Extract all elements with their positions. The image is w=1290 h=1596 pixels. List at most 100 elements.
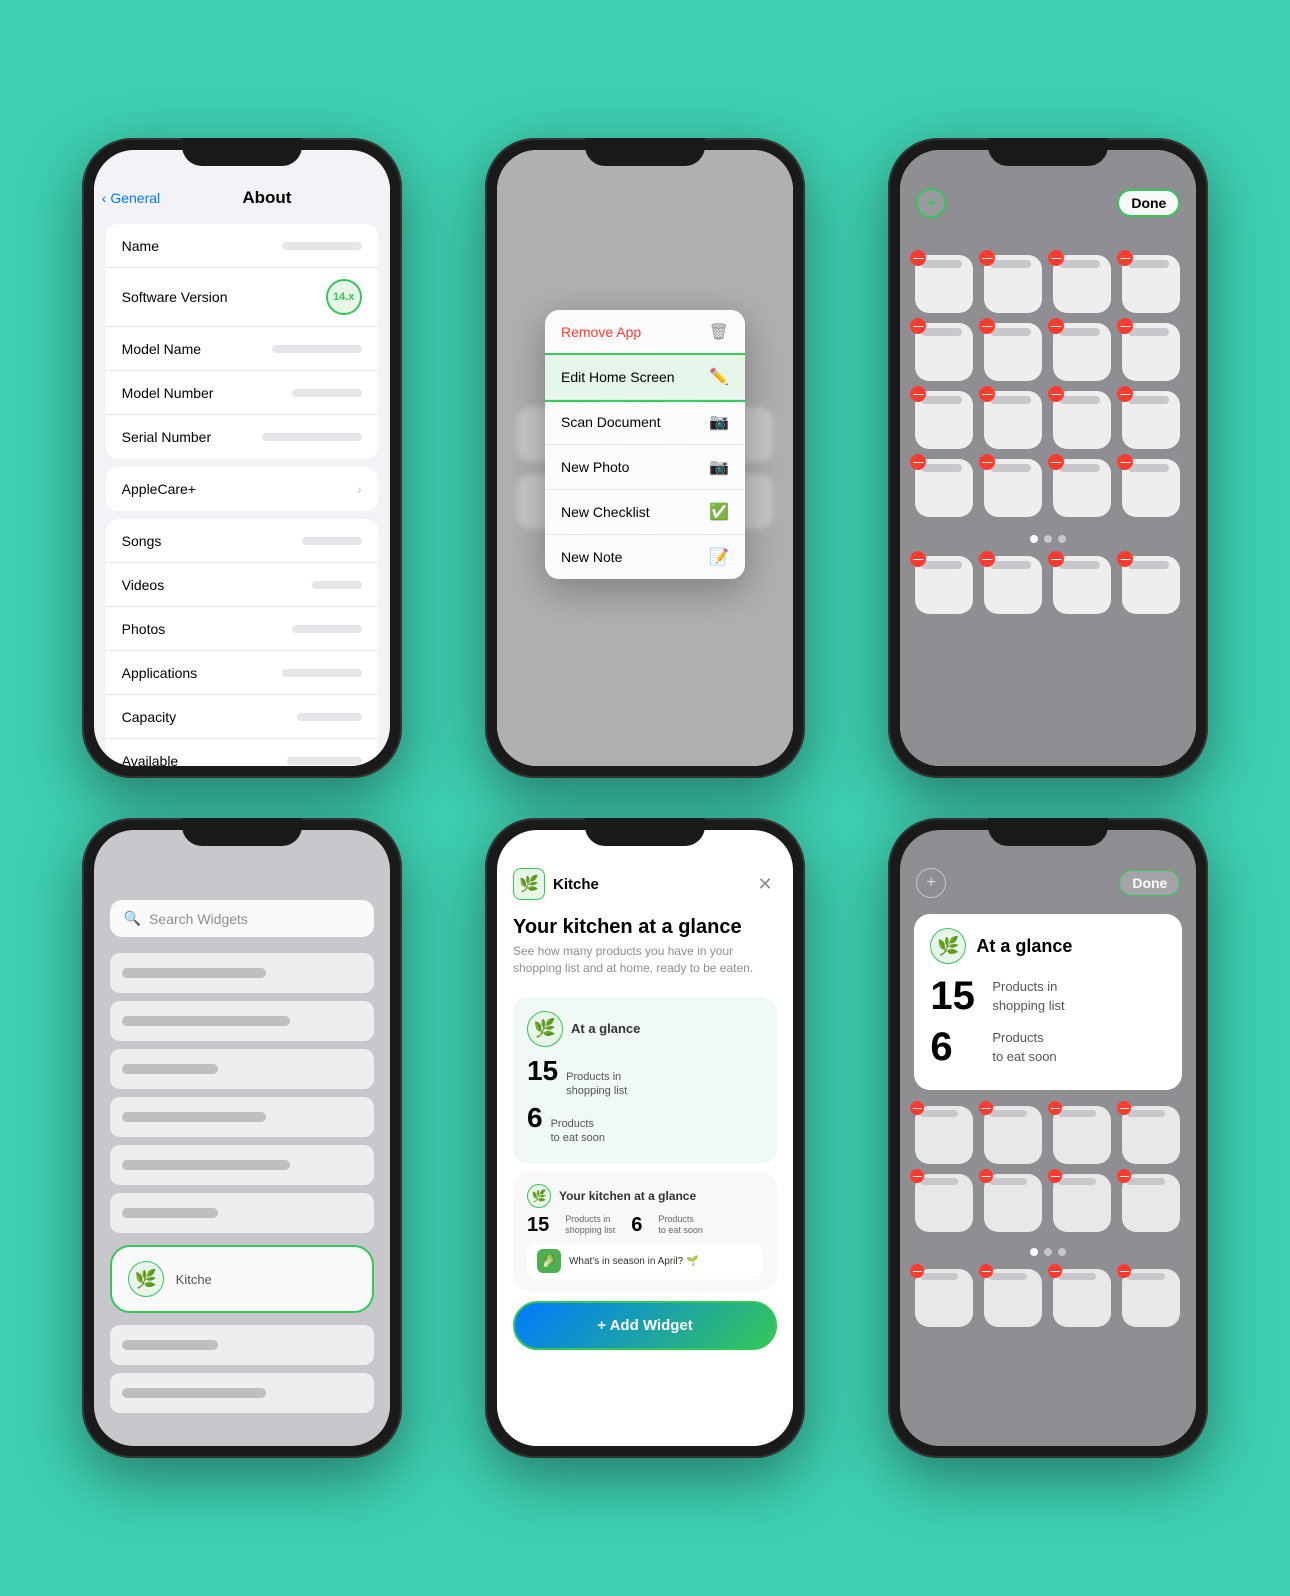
settings-row-model-number[interactable]: Model Number	[106, 371, 378, 415]
widget-search-bar[interactable]: 🔍 Search Widgets	[110, 900, 374, 937]
settings-label-applecare: AppleCare+	[122, 481, 357, 497]
widget-picker-app-name: Kitche	[553, 876, 599, 893]
dock-icon-item[interactable]: —	[1122, 556, 1180, 614]
edit-icon: ✏️	[709, 367, 729, 387]
dock-icon-item[interactable]: —	[1122, 1269, 1180, 1327]
home-icon-item[interactable]: —	[1053, 1106, 1111, 1164]
context-menu: Remove App 🗑 Edit Home Screen ✏️ Scan Do…	[545, 310, 745, 579]
context-menu-scan-doc[interactable]: Scan Document 📷	[545, 400, 745, 445]
home-icon-item[interactable]: —	[915, 1174, 973, 1232]
search-input-placeholder: Search Widgets	[149, 911, 248, 927]
edit-icon-item[interactable]: —	[915, 255, 973, 313]
home-icon-label	[989, 1110, 1027, 1117]
kitche-logo-icon: 🌿	[128, 1261, 164, 1297]
dock-icon-item[interactable]: —	[984, 1269, 1042, 1327]
settings-row-available[interactable]: Available	[106, 739, 378, 766]
dock-icon-label	[920, 1273, 958, 1280]
notch6	[988, 818, 1108, 846]
settings-value-model-number	[292, 389, 362, 397]
at-glance-title: At a glance	[976, 936, 1072, 957]
home-icon-item[interactable]: —	[984, 1174, 1042, 1232]
dock-icon-item[interactable]: —	[915, 1269, 973, 1327]
widget-list-item[interactable]	[110, 1097, 374, 1137]
edit-icon-item[interactable]: —	[1122, 391, 1180, 449]
settings-row-version[interactable]: Software Version 14.x	[106, 268, 378, 327]
food-tip-row: 🥬 What's in season in April? 🌱	[527, 1243, 763, 1279]
edit-icon-item[interactable]: —	[1122, 323, 1180, 381]
widget-list-item[interactable]	[110, 1373, 374, 1413]
context-menu-new-checklist[interactable]: New Checklist ✅	[545, 490, 745, 535]
home-icon-item[interactable]: —	[984, 1106, 1042, 1164]
edit-icon-item[interactable]: —	[1053, 459, 1111, 517]
home-icon-item[interactable]: —	[1053, 1174, 1111, 1232]
widget-home-plus-button[interactable]: +	[916, 868, 946, 898]
context-menu-remove-app[interactable]: Remove App 🗑	[545, 310, 745, 355]
settings-label-version: Software Version	[122, 289, 326, 305]
dock-icon-label	[989, 1273, 1027, 1280]
page-dots	[900, 535, 1196, 543]
dock-icon-item[interactable]: —	[1053, 1269, 1111, 1327]
widget-list-item[interactable]	[110, 1145, 374, 1185]
edit-icon-item[interactable]: —	[1053, 323, 1111, 381]
edit-icon-item[interactable]: —	[1122, 255, 1180, 313]
add-widget-button[interactable]: + Add Widget	[513, 1301, 777, 1350]
context-menu-new-note[interactable]: New Note 📝	[545, 535, 745, 579]
dock-icon-item[interactable]: —	[915, 556, 973, 614]
settings-label-photos: Photos	[122, 621, 292, 637]
home-icon-item[interactable]: —	[1122, 1106, 1180, 1164]
dock-icon-item[interactable]: —	[1053, 556, 1111, 614]
remove-app-label: Remove App	[561, 324, 641, 340]
notch4	[182, 818, 302, 846]
settings-row-model-name[interactable]: Model Name	[106, 327, 378, 371]
settings-label-applications: Applications	[122, 665, 282, 681]
edit-icon-item[interactable]: —	[984, 323, 1042, 381]
edit-icon-item[interactable]: —	[984, 459, 1042, 517]
edit-icon-item[interactable]: —	[1122, 459, 1180, 517]
edit-icon-item[interactable]: —	[984, 255, 1042, 313]
new-note-label: New Note	[561, 549, 622, 565]
edit-icon-item[interactable]: —	[984, 391, 1042, 449]
widget-list-item[interactable]	[110, 1001, 374, 1041]
kitche-widget-list-item[interactable]: 🌿 Kitche	[110, 1245, 374, 1313]
settings-row-name[interactable]: Name	[106, 224, 378, 268]
settings-row-songs[interactable]: Songs	[106, 519, 378, 563]
at-glance-widget[interactable]: 🌿 At a glance 15 Products inshopping lis…	[914, 914, 1182, 1090]
widget-list-item[interactable]	[110, 1049, 374, 1089]
dock-icon-item[interactable]: —	[984, 556, 1042, 614]
widget-picker-description: See how many products you have in your s…	[497, 943, 793, 989]
widget-home-done-button[interactable]: Done	[1119, 870, 1180, 896]
widget-list-item[interactable]	[110, 953, 374, 993]
edit-icon-item[interactable]: —	[915, 459, 973, 517]
at-glance-row-1: 15 Products inshopping list	[930, 974, 1166, 1019]
settings-row-photos[interactable]: Photos	[106, 607, 378, 651]
home-icon-item[interactable]: —	[1122, 1174, 1180, 1232]
widget-list-item[interactable]	[110, 1193, 374, 1233]
widget-list-item[interactable]	[110, 1325, 374, 1365]
add-widget-button[interactable]: +	[916, 188, 946, 218]
phone2-wrapper: Remove App 🗑 Edit Home Screen ✏️ Scan Do…	[463, 138, 826, 778]
edit-icon-item[interactable]: —	[1053, 255, 1111, 313]
widget-preview-card-2[interactable]: 🌿 Your kitchen at a glance 15 Products i…	[513, 1172, 777, 1291]
edit-icon-item[interactable]: —	[915, 323, 973, 381]
context-menu-new-photo[interactable]: New Photo 📷	[545, 445, 745, 490]
settings-row-capacity[interactable]: Capacity	[106, 695, 378, 739]
phone1: ‹ General About Name Software Version 14…	[82, 138, 402, 778]
settings-row-serial[interactable]: Serial Number	[106, 415, 378, 459]
home-icon-item[interactable]: —	[915, 1106, 973, 1164]
close-button[interactable]: ✕	[753, 872, 777, 896]
settings-value-capacity	[297, 713, 362, 721]
settings-row-applications[interactable]: Applications	[106, 651, 378, 695]
edit-icon-item[interactable]: —	[1053, 391, 1111, 449]
widget-preview-card-1[interactable]: 🌿 At a glance 15 Products inshopping lis…	[513, 997, 777, 1164]
done-button[interactable]: Done	[1117, 189, 1180, 217]
widget-list-bar	[122, 1208, 218, 1218]
edit-icon-item[interactable]: —	[915, 391, 973, 449]
settings-value-model-name	[272, 345, 362, 353]
settings-row-applecare[interactable]: AppleCare+ ›	[106, 467, 378, 511]
widget-preview-title: At a glance	[571, 1021, 640, 1036]
settings-row-videos[interactable]: Videos	[106, 563, 378, 607]
widget-home-header: + Done	[900, 860, 1196, 906]
page-dot-home-2	[1044, 1248, 1052, 1256]
context-menu-edit-home[interactable]: Edit Home Screen ✏️	[545, 355, 745, 400]
settings-back-button[interactable]: ‹ General	[102, 190, 160, 206]
